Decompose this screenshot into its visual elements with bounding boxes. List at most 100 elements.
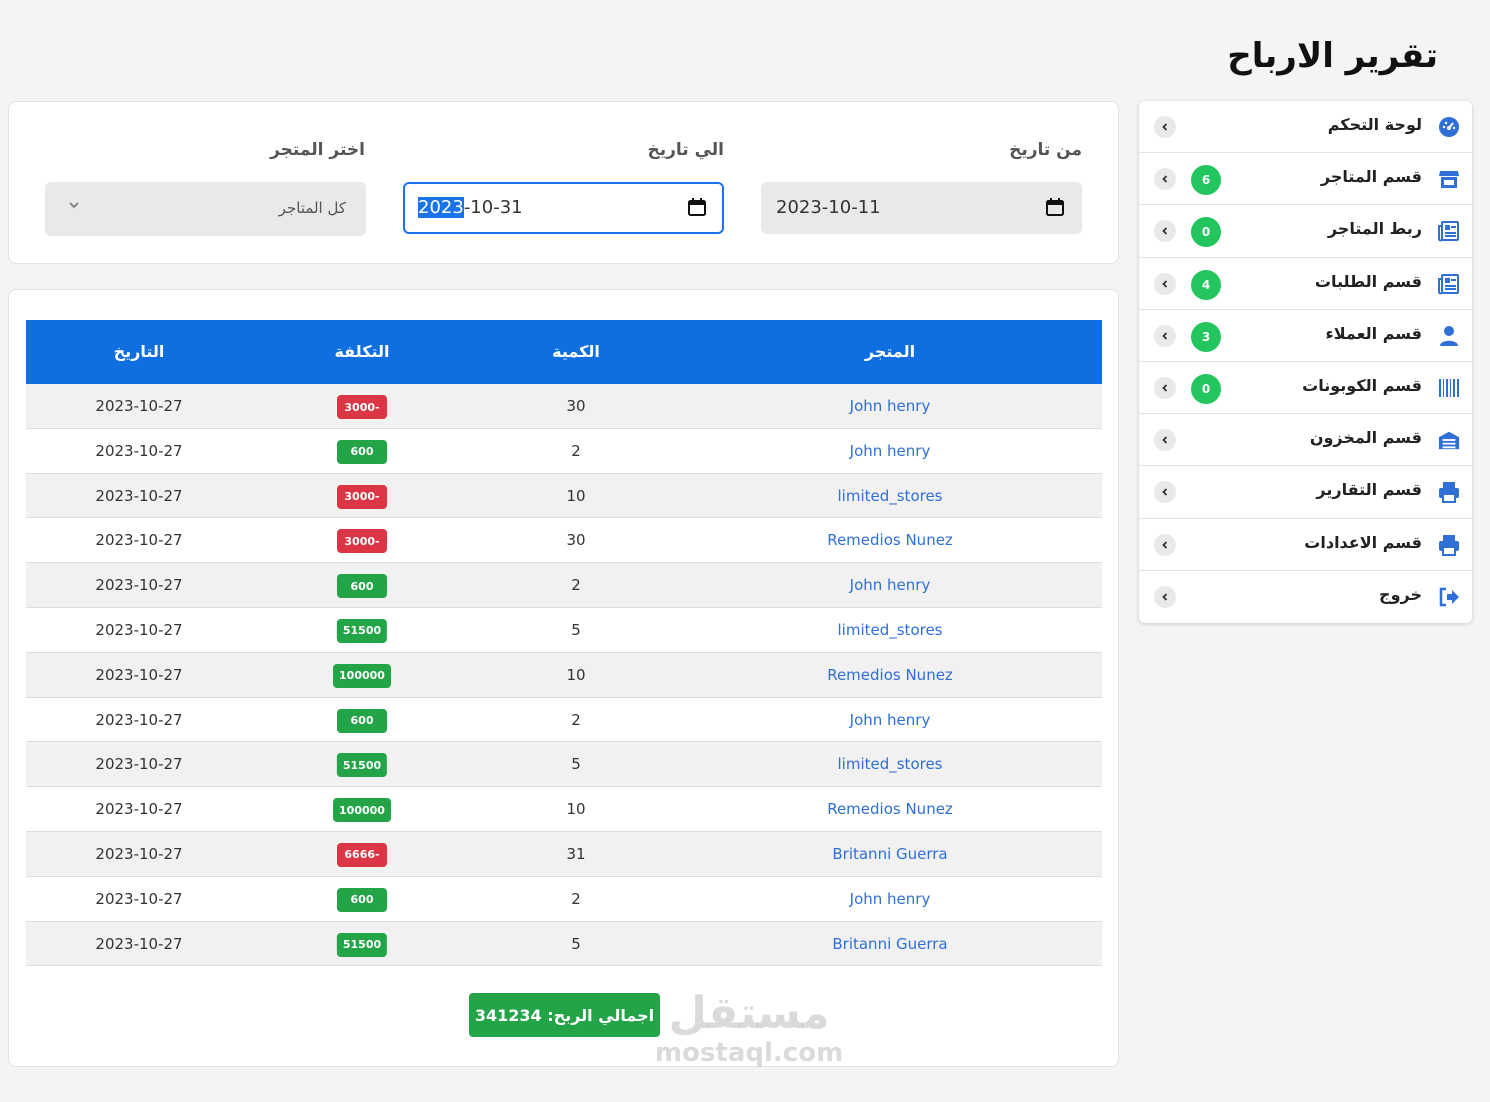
quantity-cell: 5: [571, 620, 581, 639]
to-date-label: الي تاريخ: [647, 140, 724, 160]
sidebar-item[interactable]: ربط المتاجر 0: [1139, 205, 1472, 258]
store-link[interactable]: John henry: [850, 576, 931, 594]
sidebar-item[interactable]: خروج: [1139, 571, 1472, 623]
chevron-left-icon[interactable]: [1154, 324, 1176, 347]
sidebar-item-label: لوحة التحكم: [1327, 115, 1422, 134]
date-cell: 2023-10-27: [95, 397, 183, 415]
store-link[interactable]: limited_stores: [838, 755, 943, 773]
cost-badge: 51500: [336, 753, 388, 778]
date-cell: 2023-10-27: [95, 710, 183, 729]
sidebar-item[interactable]: قسم الاعدادات: [1139, 519, 1472, 571]
chevron-left-icon[interactable]: [1154, 272, 1176, 295]
newspaper-icon: [1438, 273, 1460, 295]
calendar-icon[interactable]: [1045, 197, 1065, 217]
total-profit-button[interactable]: اجمالي الربح: 341234: [469, 993, 660, 1037]
date-cell: 2023-10-27: [95, 934, 183, 953]
cost-badge: 600: [337, 708, 387, 733]
sidebar-item-label: قسم المخزون: [1309, 428, 1422, 448]
store-link[interactable]: John henry: [850, 442, 931, 460]
chevron-left-icon[interactable]: [1154, 429, 1176, 452]
store-link[interactable]: John henry: [850, 890, 931, 908]
store-link[interactable]: limited_stores: [838, 487, 943, 505]
warehouse-icon: [1438, 429, 1460, 451]
date-cell: 2023-10-27: [95, 531, 183, 550]
chevron-left-icon[interactable]: [1154, 116, 1176, 138]
store-icon: [1438, 168, 1460, 190]
printer-icon: [1438, 481, 1460, 504]
date-cell: 2023-10-27: [95, 755, 183, 774]
quantity-cell: 31: [566, 844, 586, 863]
chevron-left-icon[interactable]: [1154, 376, 1176, 399]
chevron-left-icon[interactable]: [1154, 481, 1176, 504]
sidebar-item-label: قسم العملاء: [1325, 323, 1422, 343]
sidebar: لوحة التحكم قسم المتاجر 6 ربط المتاجر 0 قسم ا…: [1139, 101, 1472, 623]
chevron-left-icon[interactable]: [1154, 220, 1176, 243]
table-row: Remedios Nunez 10 100000 2023-10-27: [26, 652, 1102, 698]
store-link[interactable]: John henry: [850, 397, 931, 415]
store-link[interactable]: limited_stores: [838, 621, 943, 639]
to-date-input[interactable]: 2023-10-31: [403, 182, 724, 234]
page-title: تقرير الارباح: [1227, 36, 1438, 76]
date-cell: 2023-10-27: [95, 441, 183, 460]
date-cell: 2023-10-27: [95, 844, 183, 863]
table-row: John henry 30 3000- 2023-10-27: [26, 384, 1102, 429]
cost-badge: 6666-: [337, 842, 387, 867]
cost-badge: 51500: [336, 618, 388, 643]
store-link[interactable]: Britanni Guerra: [832, 935, 947, 953]
sidebar-item[interactable]: قسم المتاجر 6: [1139, 153, 1472, 206]
quantity-cell: 5: [571, 934, 581, 953]
table-header: المتجر الكمية التكلفة التاريخ: [26, 320, 1102, 384]
calendar-icon[interactable]: [687, 197, 707, 217]
count-badge: 0: [1191, 373, 1221, 404]
column-header-date: التاريخ: [113, 342, 165, 361]
quantity-cell: 30: [566, 397, 586, 415]
sidebar-item[interactable]: لوحة التحكم: [1139, 101, 1472, 154]
chevron-left-icon[interactable]: [1154, 168, 1176, 191]
sidebar-item[interactable]: قسم التقارير: [1139, 466, 1472, 519]
table-row: John henry 2 600 2023-10-27: [26, 697, 1102, 743]
filter-card: من تاريخ 2023-10-11 الي تاريخ 2023-10-31…: [8, 101, 1119, 264]
count-badge: 0: [1191, 217, 1221, 248]
chevron-left-icon[interactable]: [1154, 533, 1176, 556]
store-link[interactable]: Remedios Nunez: [827, 666, 953, 684]
cost-badge: 600: [337, 887, 387, 912]
from-date-input[interactable]: 2023-10-11: [761, 182, 1082, 234]
table-row: limited_stores 5 51500 2023-10-27: [26, 607, 1102, 653]
column-header-store: المتجر: [864, 342, 916, 361]
count-badge: 3: [1191, 321, 1221, 352]
cost-badge: 600: [337, 439, 387, 464]
quantity-cell: 5: [571, 755, 581, 774]
store-select[interactable]: كل المتاجر: [45, 182, 366, 236]
store-link[interactable]: John henry: [850, 711, 931, 729]
date-cell: 2023-10-27: [95, 576, 183, 595]
dashboard-icon: [1438, 116, 1460, 138]
chevron-left-icon[interactable]: [1154, 585, 1176, 608]
table-row: limited_stores 5 51500 2023-10-27: [26, 742, 1102, 788]
table-row: Remedios Nunez 10 100000 2023-10-27: [26, 787, 1102, 832]
cost-badge: 51500: [336, 932, 388, 957]
quantity-cell: 10: [566, 800, 586, 819]
sidebar-item[interactable]: قسم العملاء 3: [1139, 310, 1472, 362]
sidebar-item-label: قسم الطلبات: [1314, 271, 1422, 291]
table-row: limited_stores 10 3000- 2023-10-27: [26, 473, 1102, 519]
sidebar-item[interactable]: قسم الطلبات 4: [1139, 258, 1472, 310]
table-row: Britanni Guerra 31 6666- 2023-10-27: [26, 831, 1102, 877]
quantity-cell: 10: [566, 665, 586, 684]
date-cell: 2023-10-27: [95, 665, 183, 684]
sidebar-item-label: ربط المتاجر: [1327, 219, 1422, 239]
sidebar-item[interactable]: قسم الكوبونات 0: [1139, 362, 1472, 415]
store-link[interactable]: Remedios Nunez: [827, 531, 953, 549]
store-link[interactable]: Britanni Guerra: [832, 845, 947, 863]
table-row: Britanni Guerra 5 51500 2023-10-27: [26, 921, 1102, 967]
sidebar-item[interactable]: قسم المخزون: [1139, 414, 1472, 467]
cost-badge: 600: [337, 574, 387, 599]
report-table-card: المتجر الكمية التكلفة التاريخ John henry…: [8, 289, 1119, 1067]
to-date-value: 2023-10-31: [418, 197, 523, 218]
to-date-rest: -10-31: [463, 197, 523, 218]
cost-badge: 3000-: [337, 484, 387, 509]
count-badge: 6: [1191, 165, 1221, 196]
to-date-year-segment[interactable]: 2023: [418, 197, 464, 218]
store-link[interactable]: Remedios Nunez: [827, 800, 953, 818]
column-header-cost: التكلفة: [334, 342, 390, 361]
store-select-label: اختر المتجر: [270, 140, 365, 160]
